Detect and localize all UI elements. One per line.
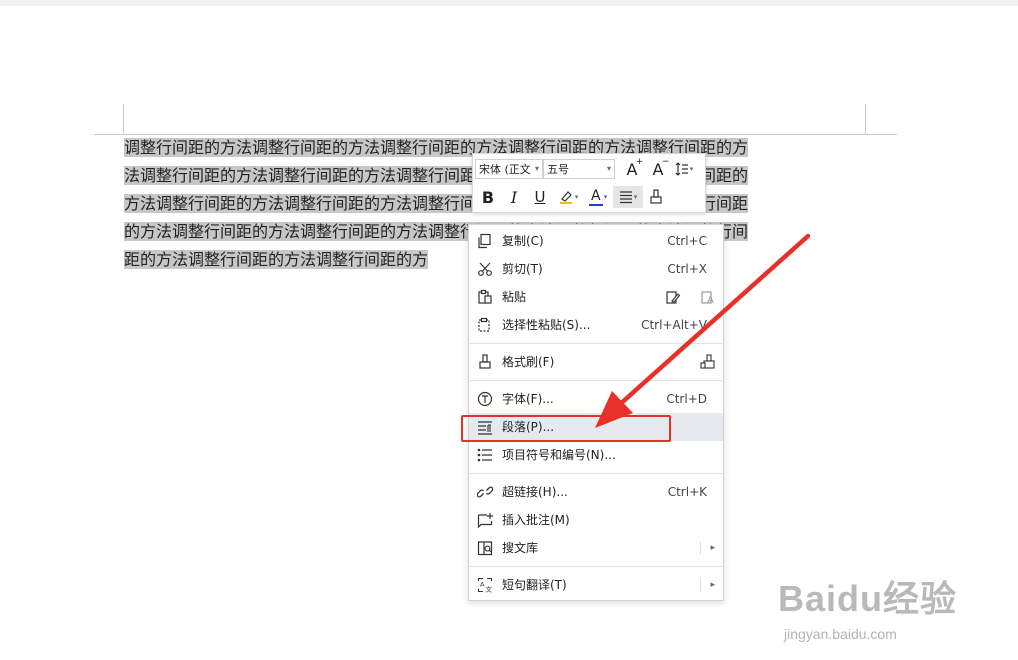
mini-toolbar: 宋体 (正文 ▾ 五号 ▾ A + A − ▾ B I U ▾ A ▾ ▾: [472, 153, 706, 213]
submenu-divider: [700, 541, 701, 555]
chevron-down-icon: ▾: [574, 193, 579, 201]
submenu-arrow-icon: ▸: [710, 543, 715, 553]
menu-separator: [469, 343, 723, 344]
menu-item-shortcut: Ctrl+D: [666, 392, 707, 406]
font-icon: [477, 391, 493, 407]
format-painter-lock-icon[interactable]: [700, 354, 716, 370]
menu-item-bullets-numbering[interactable]: 项目符号和编号(N)...: [469, 441, 723, 469]
font-color-button[interactable]: A ▾: [583, 186, 613, 208]
svg-text:A: A: [480, 581, 485, 589]
annotation-highlight-box: [461, 415, 671, 442]
chevron-down-icon: ▾: [534, 164, 539, 173]
menu-item-label: 项目符号和编号(N)...: [502, 448, 616, 462]
align-justify-icon: [619, 191, 632, 204]
chevron-down-icon: ▾: [606, 164, 611, 173]
menu-item-font[interactable]: 字体(F)... Ctrl+D: [469, 385, 723, 413]
shrink-font-button[interactable]: A −: [645, 156, 671, 180]
font-color-icon: A: [588, 188, 603, 206]
underline-icon: U: [534, 188, 546, 206]
italic-button[interactable]: I: [501, 186, 527, 208]
font-size-value: 五号: [547, 163, 569, 176]
align-button[interactable]: ▾: [613, 186, 643, 208]
menu-item-label: 选择性粘贴(S)...: [502, 318, 591, 332]
underline-button[interactable]: U: [527, 186, 553, 208]
watermark-logo: Baidu经验 jingyan.baidu.com: [778, 570, 968, 654]
mini-toolbar-row-font: 宋体 (正文 ▾ 五号 ▾ A + A − ▾: [473, 155, 697, 183]
margin-guide-right: [865, 104, 866, 135]
margin-guide-left: [123, 104, 124, 135]
text-line[interactable]: 距的方法调整行间距的方法调整行间距的方: [124, 250, 429, 269]
menu-item-paste[interactable]: 粘贴 A: [469, 283, 723, 311]
menu-item-shortcut: Ctrl+Alt+V: [641, 318, 707, 332]
font-name-select[interactable]: 宋体 (正文 ▾: [475, 159, 543, 179]
menu-item-label: 格式刷(F): [502, 355, 555, 369]
menu-item-label: 插入批注(M): [502, 513, 570, 527]
comment-icon: [477, 513, 493, 528]
library-search-icon: [477, 541, 493, 556]
format-painter-icon: [479, 354, 491, 369]
mini-toolbar-row-format: B I U ▾ A ▾ ▾: [473, 183, 669, 211]
top-bar: [0, 0, 1018, 6]
menu-item-hyperlink[interactable]: 超链接(H)... Ctrl+K: [469, 478, 723, 506]
svg-text:文: 文: [486, 585, 493, 594]
menu-item-search-library[interactable]: 搜文库 ▸: [469, 534, 723, 562]
bold-button[interactable]: B: [475, 186, 501, 208]
link-icon: [477, 486, 493, 498]
chevron-down-icon: ▾: [633, 193, 638, 201]
grow-font-button[interactable]: A +: [619, 156, 645, 180]
translate-icon: A文: [477, 577, 493, 593]
chevron-down-icon: ▾: [689, 165, 694, 173]
context-menu: 复制(C) Ctrl+C 剪切(T) Ctrl+X 粘贴 A 选择性粘贴(S).…: [468, 224, 724, 601]
menu-item-cut[interactable]: 剪切(T) Ctrl+X: [469, 255, 723, 283]
copy-icon: [478, 233, 491, 249]
menu-item-shortcut: Ctrl+K: [667, 485, 707, 499]
paste-icon: [478, 289, 492, 304]
menu-item-label: 复制(C): [502, 234, 544, 248]
paste-text-only-icon[interactable]: A: [700, 289, 716, 305]
format-painter-icon: [650, 189, 662, 204]
menu-item-label: 剪切(T): [502, 262, 543, 276]
highlighter-icon: [559, 191, 572, 204]
watermark-brand: Baidu经验: [778, 578, 958, 619]
font-name-value: 宋体 (正文: [479, 163, 531, 176]
highlight-button[interactable]: ▾: [553, 186, 583, 208]
menu-item-label: 搜文库: [502, 541, 539, 555]
italic-icon: I: [510, 187, 518, 207]
menu-item-format-painter[interactable]: 格式刷(F): [469, 348, 723, 376]
scissors-icon: [478, 262, 492, 276]
shrink-font-icon: A −: [652, 156, 670, 179]
menu-separator: [469, 473, 723, 474]
submenu-arrow-icon: ▸: [710, 580, 715, 590]
watermark-url: jingyan.baidu.com: [784, 626, 897, 642]
grow-font-icon: A +: [626, 156, 644, 179]
menu-separator: [469, 380, 723, 381]
menu-item-shortcut: Ctrl+X: [667, 262, 707, 276]
menu-item-label: 字体(F)...: [502, 392, 554, 406]
menu-item-copy[interactable]: 复制(C) Ctrl+C: [469, 227, 723, 255]
font-size-select[interactable]: 五号 ▾: [543, 159, 615, 179]
menu-item-insert-comment[interactable]: 插入批注(M): [469, 506, 723, 534]
line-spacing-button[interactable]: ▾: [671, 158, 697, 180]
line-spacing-icon: [675, 162, 688, 176]
submenu-divider: [700, 578, 701, 592]
menu-item-label: 超链接(H)...: [502, 485, 568, 499]
format-painter-button[interactable]: [643, 186, 669, 208]
paste-keep-format-icon[interactable]: [665, 289, 681, 305]
menu-item-shortcut: Ctrl+C: [667, 234, 707, 248]
bullets-icon: [477, 448, 492, 462]
chevron-down-icon: ▾: [603, 193, 608, 201]
bold-icon: B: [481, 187, 495, 207]
svg-text:A: A: [707, 295, 714, 305]
menu-item-label: 粘贴: [502, 290, 527, 304]
menu-item-translate[interactable]: A文 短句翻译(T) ▸: [469, 571, 723, 599]
paste-special-icon: [478, 317, 490, 332]
menu-separator: [469, 566, 723, 567]
menu-item-label: 短句翻译(T): [502, 578, 567, 592]
menu-item-paste-special[interactable]: 选择性粘贴(S)... Ctrl+Alt+V: [469, 311, 723, 339]
